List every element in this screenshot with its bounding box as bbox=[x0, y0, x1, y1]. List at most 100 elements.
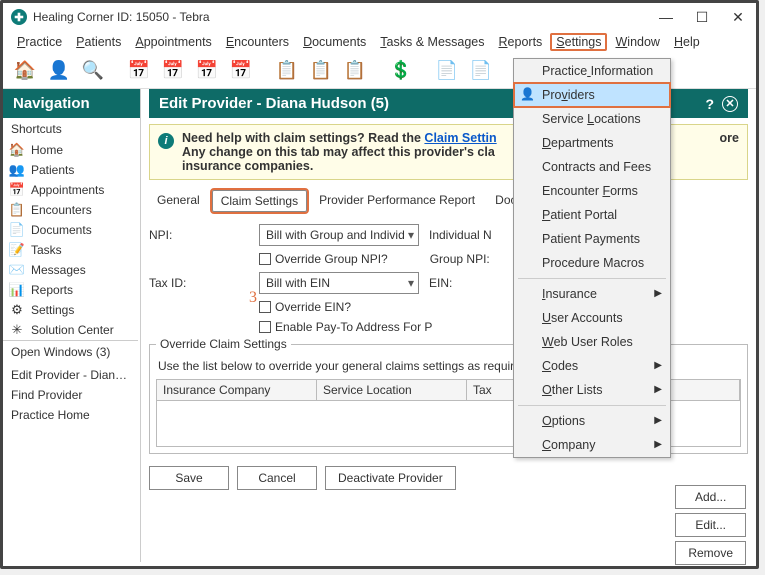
find-encounter-icon[interactable]: 📋 bbox=[341, 57, 369, 85]
app-icon: ✚ bbox=[11, 9, 27, 25]
submenu-arrow-icon: ▶ bbox=[654, 288, 662, 299]
settings-dropdown: Practice Information👤ProvidersService Lo… bbox=[513, 58, 671, 458]
menu-patients[interactable]: Patients bbox=[70, 33, 127, 51]
settings-menu-providers[interactable]: 👤Providers bbox=[514, 83, 670, 107]
open-windows-list: Edit Provider - Diana ...Find ProviderPr… bbox=[3, 363, 140, 427]
menu-reports[interactable]: Reports bbox=[493, 33, 549, 51]
sidebar-item-documents[interactable]: 📄Documents bbox=[3, 220, 138, 240]
sidebar-item-encounters[interactable]: 📋Encounters bbox=[3, 200, 138, 220]
open-window-item[interactable]: Edit Provider - Diana ... bbox=[3, 365, 140, 385]
npi-label: NPI: bbox=[149, 228, 249, 242]
menu-bar: PracticePatientsAppointmentsEncountersDo… bbox=[3, 31, 756, 53]
navigation-panel: Navigation Shortcuts 🏠Home👥Patients📅Appo… bbox=[3, 89, 141, 562]
window-controls: — ☐ ✕ bbox=[656, 9, 748, 26]
deactivate-provider-button[interactable]: Deactivate Provider bbox=[325, 466, 456, 490]
add-encounter-icon[interactable]: 📋 bbox=[307, 57, 335, 85]
close-button[interactable]: ✕ bbox=[728, 9, 748, 26]
add-appt-icon[interactable]: 📅 bbox=[159, 57, 187, 85]
sidebar-item-patients[interactable]: 👥Patients bbox=[3, 160, 138, 180]
override-ein-checkbox[interactable]: Override EIN? bbox=[259, 300, 351, 314]
edit-button[interactable]: Edit... bbox=[675, 513, 746, 537]
nav-header: Navigation bbox=[3, 89, 140, 118]
sidebar-item-home[interactable]: 🏠Home bbox=[3, 140, 138, 160]
notice-text: Need help with claim settings? Read the … bbox=[182, 131, 497, 173]
settings-menu-departments[interactable]: Departments bbox=[514, 131, 670, 155]
shortcut-icon: 📄 bbox=[9, 222, 25, 238]
open-windows-label: Open Windows (3) bbox=[3, 341, 140, 363]
help-icon[interactable]: ? bbox=[705, 96, 714, 112]
settings-menu-patient-payments[interactable]: Patient Payments bbox=[514, 227, 670, 251]
notice-line3: insurance companies. bbox=[182, 159, 313, 173]
menu-encounters[interactable]: Encounters bbox=[220, 33, 295, 51]
settings-menu-procedure-macros[interactable]: Procedure Macros bbox=[514, 251, 670, 275]
add-patient-icon[interactable]: 👤 bbox=[45, 57, 73, 85]
add-button[interactable]: Add... bbox=[675, 485, 746, 509]
col-service-location[interactable]: Service Location bbox=[317, 380, 467, 400]
maximize-button[interactable]: ☐ bbox=[692, 9, 712, 26]
menu-tasks-messages[interactable]: Tasks & Messages bbox=[374, 33, 490, 51]
shortcut-icon: 📅 bbox=[9, 182, 25, 198]
settings-menu-codes[interactable]: Codes▶ bbox=[514, 354, 670, 378]
settings-menu-options[interactable]: Options▶ bbox=[514, 409, 670, 433]
menu-help[interactable]: Help bbox=[668, 33, 706, 51]
settings-menu-practice-information[interactable]: Practice Information bbox=[514, 59, 670, 83]
app-window: ✚ Healing Corner ID: 15050 - Tebra — ☐ ✕… bbox=[0, 0, 759, 569]
tab-provider-performance-report[interactable]: Provider Performance Report bbox=[311, 190, 483, 212]
override-group-npi-checkbox[interactable]: Override Group NPI? bbox=[259, 252, 388, 266]
sidebar-item-settings[interactable]: ⚙Settings bbox=[3, 300, 138, 320]
open-window-item[interactable]: Find Provider bbox=[3, 385, 140, 405]
panel-close-icon[interactable]: ✕ bbox=[722, 96, 738, 112]
save-button[interactable]: Save bbox=[149, 466, 229, 490]
info-icon: i bbox=[158, 133, 174, 149]
shortcut-icon: 👥 bbox=[9, 162, 25, 178]
settings-menu-company[interactable]: Company▶ bbox=[514, 433, 670, 457]
settings-menu-other-lists[interactable]: Other Lists▶ bbox=[514, 378, 670, 402]
bottom-buttons: Save Cancel Deactivate Provider bbox=[149, 466, 748, 490]
menu-documents[interactable]: Documents bbox=[297, 33, 372, 51]
document-icon[interactable]: 📄 bbox=[433, 57, 461, 85]
payment-icon[interactable]: 💲 bbox=[387, 57, 415, 85]
settings-menu-insurance[interactable]: Insurance▶ bbox=[514, 282, 670, 306]
new-encounter-icon[interactable]: 📋 bbox=[273, 57, 301, 85]
shortcut-icon: ✳ bbox=[9, 322, 25, 338]
add-document-icon[interactable]: 📄 bbox=[467, 57, 495, 85]
shortcut-icon: 📊 bbox=[9, 282, 25, 298]
menu-practice[interactable]: Practice bbox=[11, 33, 68, 51]
sidebar-item-appointments[interactable]: 📅Appointments bbox=[3, 180, 138, 200]
ein-label: EIN: bbox=[429, 276, 452, 290]
title-bar: ✚ Healing Corner ID: 15050 - Tebra — ☐ ✕ bbox=[3, 3, 756, 31]
enable-payto-checkbox[interactable]: Enable Pay-To Address For P bbox=[259, 320, 432, 334]
recurring-appt-icon[interactable]: 📅 bbox=[193, 57, 221, 85]
sidebar-item-messages[interactable]: ✉️Messages bbox=[3, 260, 138, 280]
home-icon[interactable]: 🏠 bbox=[11, 57, 39, 85]
minimize-button[interactable]: — bbox=[656, 9, 676, 26]
override-action-buttons: Add... Edit... Remove bbox=[675, 485, 746, 565]
tab-general[interactable]: General bbox=[149, 190, 208, 212]
tab-claim-settings[interactable]: Claim Settings bbox=[212, 190, 307, 212]
shortcut-icon: 📝 bbox=[9, 242, 25, 258]
settings-menu-user-accounts[interactable]: User Accounts bbox=[514, 306, 670, 330]
cancel-button[interactable]: Cancel bbox=[237, 466, 317, 490]
menu-window[interactable]: Window bbox=[609, 33, 665, 51]
sidebar-item-solution-center[interactable]: ✳Solution Center bbox=[3, 320, 138, 340]
open-window-item[interactable]: Practice Home bbox=[3, 405, 140, 425]
settings-menu-web-user-roles[interactable]: Web User Roles bbox=[514, 330, 670, 354]
settings-menu-service-locations[interactable]: Service Locations bbox=[514, 107, 670, 131]
claim-settings-link[interactable]: Claim Settin bbox=[424, 131, 496, 145]
sidebar-item-reports[interactable]: 📊Reports bbox=[3, 280, 138, 300]
calendar-icon[interactable]: 📅 bbox=[125, 57, 153, 85]
settings-menu-encounter-forms[interactable]: Encounter Forms bbox=[514, 179, 670, 203]
shortcut-list[interactable]: 🏠Home👥Patients📅Appointments📋Encounters📄D… bbox=[3, 140, 138, 341]
col-insurance[interactable]: Insurance Company bbox=[157, 380, 317, 400]
remove-button[interactable]: Remove bbox=[675, 541, 746, 565]
taxid-select[interactable]: Bill with EIN bbox=[259, 272, 419, 294]
settings-menu-patient-portal[interactable]: Patient Portal bbox=[514, 203, 670, 227]
find-patient-icon[interactable]: 🔍 bbox=[79, 57, 107, 85]
settings-menu-contracts-and-fees[interactable]: Contracts and Fees bbox=[514, 155, 670, 179]
menu-settings[interactable]: Settings bbox=[550, 33, 607, 51]
sidebar-item-tasks[interactable]: 📝Tasks bbox=[3, 240, 138, 260]
schedule-icon[interactable]: 📅 bbox=[227, 57, 255, 85]
submenu-arrow-icon: ▶ bbox=[654, 384, 662, 395]
menu-appointments[interactable]: Appointments bbox=[129, 33, 217, 51]
npi-select[interactable]: Bill with Group and Individ bbox=[259, 224, 419, 246]
